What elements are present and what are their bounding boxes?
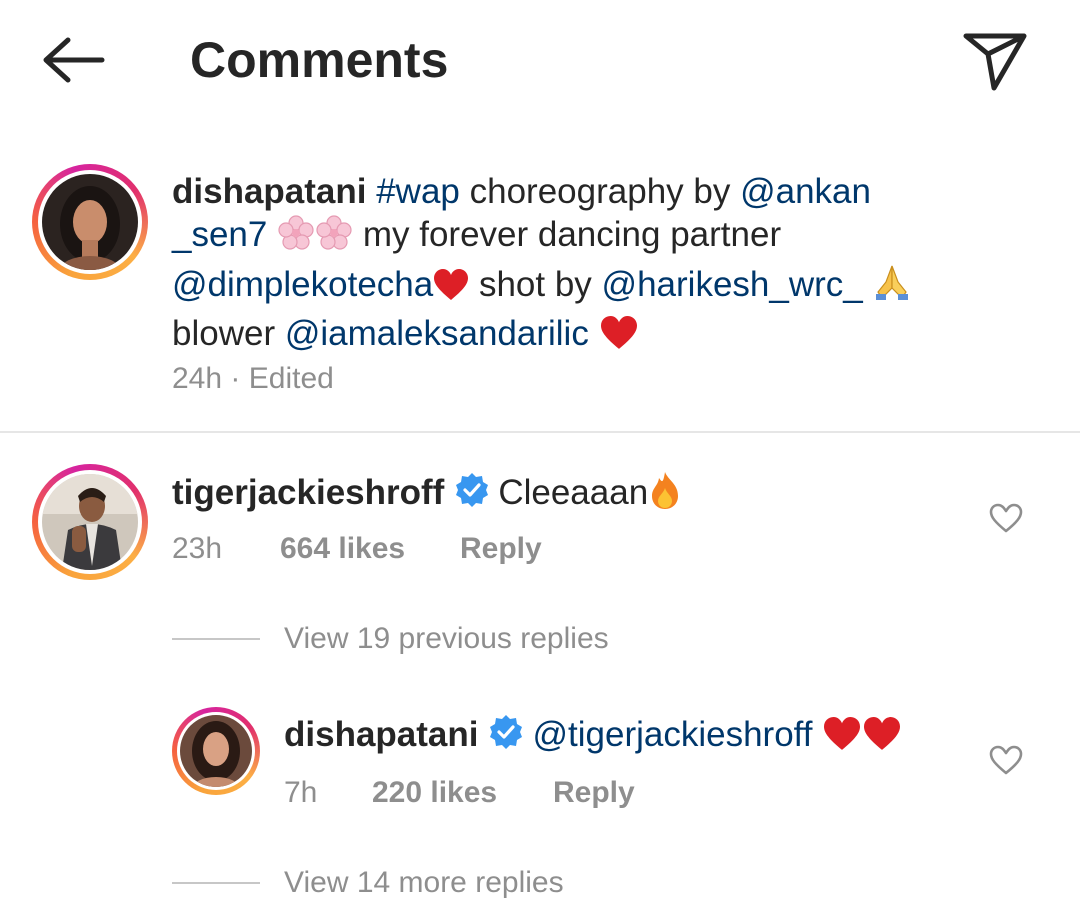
cherry-blossom-icon [277, 214, 315, 262]
red-heart-icon [822, 716, 862, 762]
reply-mention[interactable]: @tigerjackieshroff [532, 715, 812, 754]
reply-reply-button[interactable]: Reply [553, 776, 635, 810]
red-heart-icon [862, 716, 902, 762]
heart-outline-icon [989, 503, 1023, 533]
view-previous-replies[interactable]: View 19 previous replies [284, 622, 609, 656]
caption-text: dishapatani #wap choreography by @ankan … [172, 170, 972, 361]
folded-hands-icon [872, 262, 912, 312]
share-button[interactable] [962, 30, 1028, 92]
caption-edited: Edited [248, 362, 334, 395]
reply-time: 7h [284, 776, 318, 809]
thread-line [172, 882, 260, 884]
caption-avatar[interactable] [32, 164, 148, 280]
paper-plane-icon [963, 33, 1027, 91]
comment-body: Cleeaaan [498, 473, 649, 512]
caption-username[interactable]: dishapatani [172, 172, 366, 211]
caption-mention-2[interactable]: @dimplekotecha [172, 265, 433, 304]
page-title: Comments [190, 32, 449, 88]
caption-text-2: my forever dancing partner [362, 215, 782, 254]
caption-time: 24h [172, 362, 223, 395]
arrow-left-icon [43, 37, 105, 83]
meta-separator: · [230, 362, 241, 395]
like-button[interactable] [988, 502, 1024, 534]
back-button[interactable] [40, 32, 106, 88]
top-bar: Comments [0, 0, 1080, 120]
caption-mention-3[interactable]: @harikesh_wrc_ [602, 265, 863, 304]
comment-username[interactable]: tigerjackieshroff [172, 473, 444, 512]
profile-photo [42, 474, 138, 570]
comment-reply-button[interactable]: Reply [460, 532, 542, 566]
verified-badge-icon [488, 714, 524, 760]
red-heart-icon [433, 268, 469, 312]
profile-photo [180, 715, 252, 787]
heart-outline-icon [989, 745, 1023, 775]
reply-meta: 7h [284, 776, 317, 810]
reply-avatar[interactable] [172, 707, 260, 795]
view-more-replies[interactable]: View 14 more replies [284, 866, 564, 900]
divider [0, 431, 1080, 433]
comment-likes[interactable]: 664 likes [280, 532, 405, 566]
caption-text-1: choreography by [469, 172, 731, 211]
verified-badge-icon [454, 472, 490, 518]
cherry-blossom-icon [315, 214, 353, 262]
fire-icon [648, 470, 682, 520]
red-heart-icon [599, 315, 639, 361]
caption-mention-4[interactable]: @iamaleksandarilic [285, 314, 589, 353]
comment-meta: 23h [172, 532, 222, 566]
reply-likes[interactable]: 220 likes [372, 776, 497, 810]
caption-text-4: blower [172, 314, 276, 353]
reply-username[interactable]: dishapatani [284, 715, 478, 754]
profile-photo [42, 174, 138, 270]
caption-text-3: shot by [478, 265, 592, 304]
thread-line [172, 638, 260, 640]
caption-meta: 24h · Edited [172, 362, 334, 396]
comment-time: 23h [172, 532, 223, 565]
comment-text: tigerjackieshroff Cleeaaan [172, 470, 682, 520]
comment-avatar[interactable] [32, 464, 148, 580]
like-button[interactable] [988, 744, 1024, 776]
reply-text: dishapatani @tigerjackieshroff [284, 713, 902, 762]
caption-hashtag[interactable]: #wap [376, 172, 460, 211]
